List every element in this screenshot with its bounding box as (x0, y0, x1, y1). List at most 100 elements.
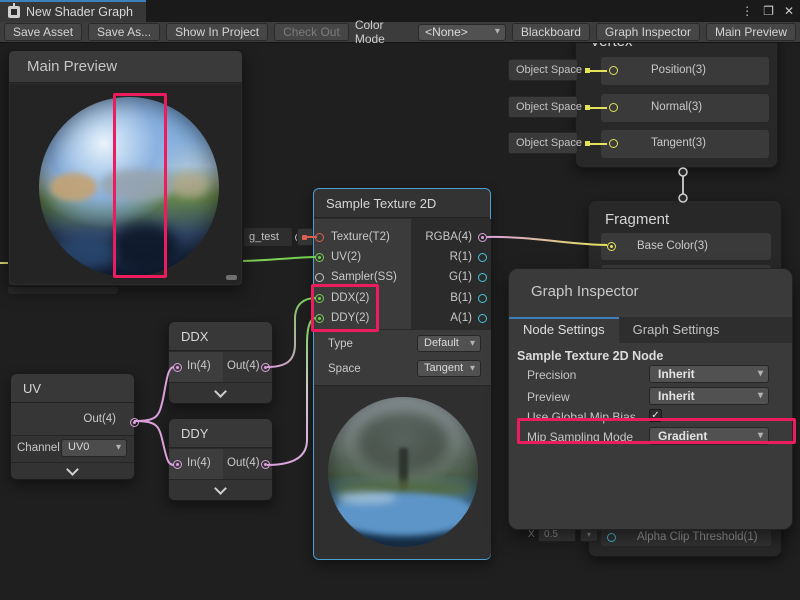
toolbar: Save Asset Save As... Show In Project Ch… (0, 22, 800, 43)
fragment-slot-alphaclip-label: Alpha Clip Threshold(1) (637, 531, 758, 543)
maximize-icon[interactable]: ❐ (763, 4, 774, 18)
ddy-out-port[interactable] (261, 460, 270, 469)
inspector-node-header: Sample Texture 2D Node (517, 349, 663, 363)
ddx-out-label: Out(4) (227, 360, 260, 372)
property-node-g-test[interactable]: g_test (243, 227, 293, 247)
sample-a-port[interactable] (478, 314, 487, 323)
wire-ddyout-ddy2[interactable] (267, 318, 316, 465)
sample-sampler-port[interactable] (315, 273, 324, 282)
main-preview-sphere (39, 97, 219, 277)
main-preview-button[interactable]: Main Preview (706, 23, 796, 41)
uv-out-port[interactable] (130, 418, 139, 427)
ddx-node-title[interactable]: DDX (169, 322, 272, 351)
show-in-project-button[interactable]: Show In Project (166, 23, 268, 41)
vertex-tangent-port[interactable] (609, 139, 618, 148)
shader-graph-window: Vertex Position(3) Normal(3) Tangent(3) … (0, 0, 800, 600)
sample-uv-port[interactable] (315, 253, 324, 262)
binding-position-label: Object Space (516, 64, 582, 76)
precision-dropdown[interactable]: Inherit (649, 365, 769, 383)
pool-rim (337, 492, 397, 504)
tab-node-settings[interactable]: Node Settings (509, 317, 619, 343)
sample-texture-port[interactable] (315, 233, 324, 242)
preview-resize-handle[interactable] (226, 275, 237, 280)
uv-node-title[interactable]: UV (11, 374, 134, 403)
sample-ddx-port[interactable] (315, 294, 324, 303)
uv-out-row: Out(4) (11, 403, 134, 436)
binding-tangent-wire (590, 143, 607, 145)
wire-ddxout-ddx2[interactable] (267, 298, 316, 367)
sample-output-rgba-label: RGBA(4) (425, 231, 472, 243)
color-mode-dropdown[interactable]: <None> (418, 24, 506, 41)
uv-channel-dropdown[interactable]: UV0 (61, 439, 127, 457)
ddy-node[interactable]: DDY In(4) Out(4) (168, 418, 273, 501)
mip-sampling-dropdown[interactable]: Gradient (649, 427, 769, 445)
ddx-node[interactable]: DDX In(4) Out(4) (168, 321, 273, 404)
sample-input-uv-label: UV(2) (331, 251, 361, 263)
uv-channel-label: Channel (17, 442, 63, 454)
alphaclip-axis-label: X (528, 529, 535, 540)
main-preview-title[interactable]: Main Preview (9, 51, 242, 83)
window-controls: ⋮ ❐ ✕ (741, 0, 794, 22)
dark-reflection (111, 223, 179, 270)
binding-normal-label: Object Space (516, 101, 582, 113)
tab-title: New Shader Graph (26, 5, 133, 19)
vertex-node[interactable]: Vertex Position(3) Normal(3) Tangent(3) (575, 28, 778, 168)
close-icon[interactable]: ✕ (784, 4, 794, 18)
sample-rgba-port[interactable] (478, 233, 487, 242)
sample-ddy-port[interactable] (315, 314, 324, 323)
sample-output-g-label: G(1) (449, 271, 472, 283)
vertex-slot-position: Position(3) (601, 57, 769, 85)
sample-g-port[interactable] (478, 273, 487, 282)
ddx-collapse-row[interactable] (169, 382, 272, 403)
menu-icon[interactable]: ⋮ (741, 4, 753, 18)
vertex-fragment-link (679, 168, 687, 202)
ddx-out-port[interactable] (261, 363, 270, 372)
shader-graph-icon (8, 6, 20, 18)
check-out-button: Check Out (274, 23, 349, 41)
ddy-collapse-chevron-icon[interactable] (214, 482, 227, 495)
ddy-in-port[interactable] (173, 460, 182, 469)
sample-type-dropdown[interactable]: Default (417, 335, 481, 352)
main-preview-panel[interactable]: Main Preview (8, 50, 243, 286)
uv-collapse-chevron-icon[interactable] (66, 463, 79, 476)
binding-position: Object Space (508, 59, 578, 81)
texture-field-box[interactable] (297, 228, 313, 246)
graph-inspector-panel[interactable]: Graph Inspector Node Settings Graph Sett… (508, 268, 793, 530)
save-as-button[interactable]: Save As... (88, 23, 160, 41)
uv-collapse-row[interactable] (11, 462, 134, 479)
binding-normal: Object Space (508, 96, 578, 118)
sample-input-ddx-label: DDX(2) (331, 292, 369, 304)
sample-input-texture-label: Texture(T2) (331, 231, 390, 243)
graph-inspector-title[interactable]: Graph Inspector (509, 269, 792, 300)
ddx-in-label: In(4) (187, 360, 211, 372)
tab-graph-settings[interactable]: Graph Settings (619, 317, 734, 343)
ddy-collapse-row[interactable] (169, 479, 272, 500)
fragment-slot-basecolor-label: Base Color(3) (637, 240, 708, 252)
vertex-position-port[interactable] (609, 66, 618, 75)
mip-bias-checkbox[interactable]: ✓ (649, 409, 662, 422)
sample-space-dropdown[interactable]: Tangent (417, 360, 481, 377)
save-asset-button[interactable]: Save Asset (4, 23, 82, 41)
ddx-collapse-chevron-icon[interactable] (214, 385, 227, 398)
tab-new-shader-graph[interactable]: New Shader Graph (0, 0, 146, 22)
preview-dropdown[interactable]: Inherit (649, 387, 769, 405)
inspector-tabs: Node Settings Graph Settings (509, 317, 792, 343)
vertex-slot-normal-label: Normal(3) (651, 101, 702, 113)
fragment-basecolor-port[interactable] (607, 242, 616, 251)
sample-texture-node[interactable]: Sample Texture 2D Texture(T2) UV(2) Samp… (313, 188, 491, 560)
house-left (50, 173, 97, 202)
ddx-in-port[interactable] (173, 363, 182, 372)
ddy-node-title[interactable]: DDY (169, 419, 272, 448)
uv-out-label: Out(4) (83, 413, 116, 425)
binding-normal-wire (590, 107, 607, 109)
blackboard-button[interactable]: Blackboard (512, 23, 590, 41)
sample-b-port[interactable] (478, 294, 487, 303)
vertex-normal-port[interactable] (609, 103, 618, 112)
uv-node[interactable]: UV Out(4) Channel UV0 (10, 373, 135, 480)
main-preview-body (10, 84, 241, 284)
sample-texture-node-title[interactable]: Sample Texture 2D (314, 189, 490, 218)
graph-inspector-button[interactable]: Graph Inspector (596, 23, 700, 41)
sample-r-port[interactable] (478, 253, 487, 262)
ddy-in-label: In(4) (187, 457, 211, 469)
fragment-alphaclip-port[interactable] (607, 533, 616, 542)
